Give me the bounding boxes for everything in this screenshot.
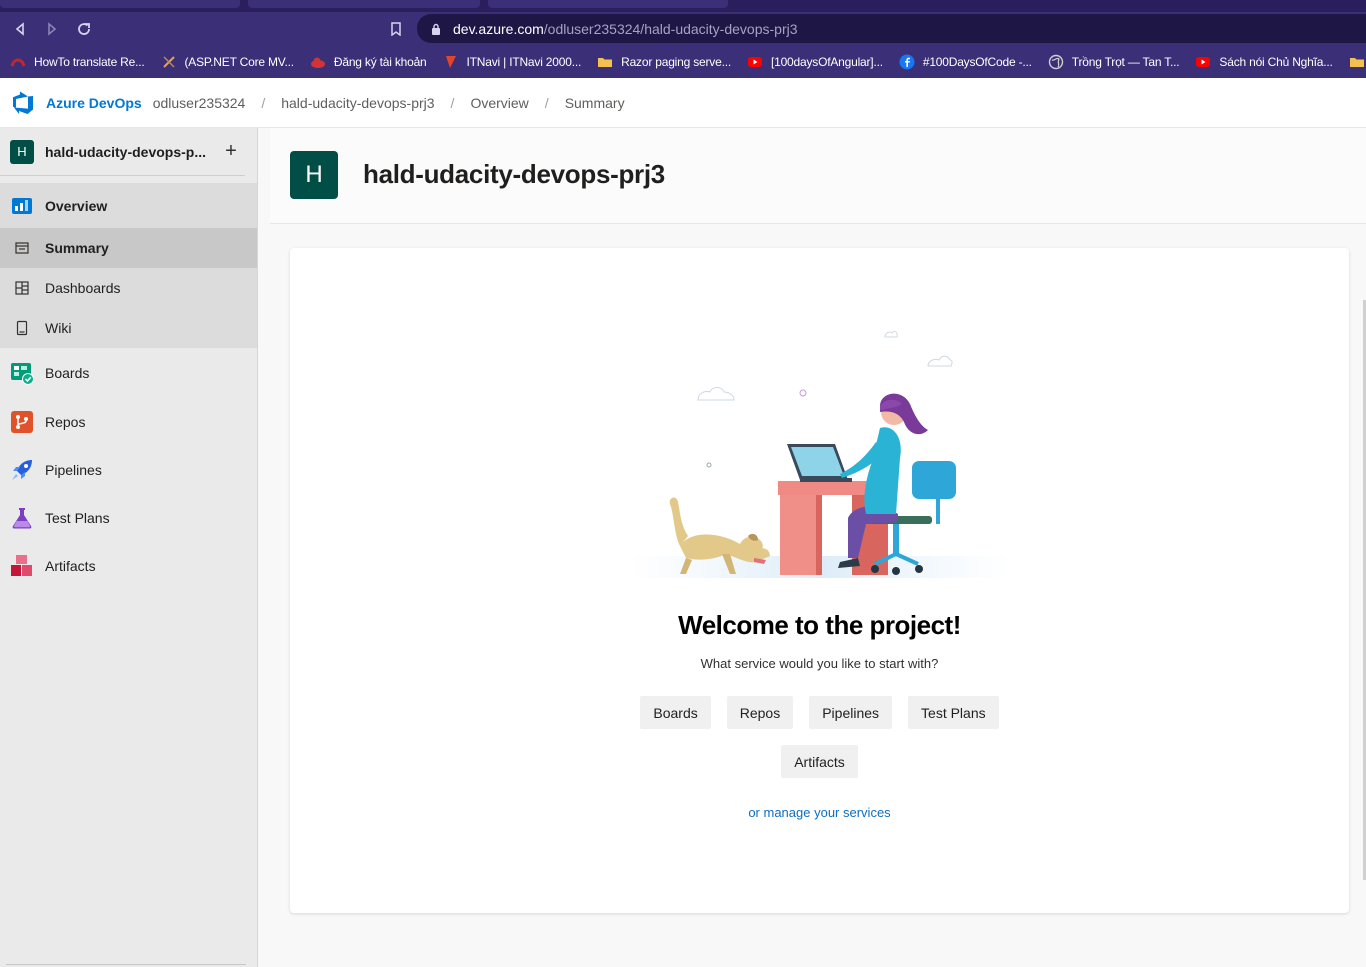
sidebar-item-wiki[interactable]: Wiki [0, 308, 257, 348]
sidebar-item-summary[interactable]: Summary [0, 228, 257, 268]
welcome-subtitle: What service would you like to start wit… [700, 656, 939, 671]
breadcrumb-overview[interactable]: Overview [470, 95, 528, 111]
boards-icon [10, 361, 34, 385]
breadcrumb-organization[interactable]: odluser235324 [153, 95, 246, 111]
test-plans-icon [10, 506, 34, 530]
welcome-title: Welcome to the project! [678, 610, 961, 640]
bookmark-item[interactable]: [100daysOfAngular]... [747, 54, 883, 70]
bookmark-item[interactable]: Trồng Trọt — Tan T... [1048, 54, 1180, 70]
forward-icon [48, 21, 57, 36]
back-icon [15, 21, 24, 36]
reload-icon [78, 22, 90, 35]
bookmark-item[interactable]: ITNavi | ITNavi 2000... [443, 54, 581, 70]
pipelines-icon [10, 458, 34, 482]
facebook-icon [899, 54, 915, 70]
breadcrumb-separator: / [544, 94, 549, 111]
bookmark-icon [391, 21, 401, 36]
divider [6, 964, 246, 965]
artifacts-icon [10, 554, 34, 578]
manage-services-link[interactable]: or manage your services [290, 805, 1349, 820]
folder-icon [597, 54, 613, 70]
globe-icon [1048, 54, 1064, 70]
add-new-button[interactable]: + [219, 140, 243, 164]
project-selector[interactable]: H hald-udacity-devops-p... + [0, 128, 245, 176]
welcome-card: Welcome to the project! What service wou… [290, 248, 1349, 913]
address-bar[interactable]: dev.azure.com/odluser235324/hald-udacity… [417, 14, 1366, 43]
breadcrumb-separator: / [450, 94, 455, 111]
sidebar-item-artifacts[interactable]: Artifacts [0, 542, 257, 590]
boards-service-button[interactable]: Boards [640, 696, 711, 729]
top-header: Azure DevOps odluser235324 / hald-udacit… [0, 78, 1366, 128]
browser-tab[interactable] [488, 0, 728, 8]
welcome-illustration-image [630, 330, 1010, 578]
youtube-icon [1195, 54, 1211, 70]
forward-button[interactable] [36, 13, 68, 45]
browser-tab[interactable] [0, 0, 240, 8]
summary-icon [10, 236, 34, 260]
bookmark-item[interactable]: Sách nói Chủ Nghĩa... [1195, 54, 1333, 70]
lock-icon [429, 22, 443, 36]
sidebar-item-boards[interactable]: Boards [0, 348, 257, 398]
tools-icon [161, 54, 177, 70]
breadcrumb-summary[interactable]: Summary [565, 95, 625, 111]
back-button[interactable] [4, 13, 36, 45]
bookmark-item[interactable]: Razor paging serve... [597, 54, 731, 70]
wiki-icon [10, 316, 34, 340]
service-buttons-row: Boards Repos Pipelines Test Plans [290, 696, 1349, 729]
project-avatar: H [10, 139, 34, 164]
sidebar-item-overview[interactable]: Overview [0, 183, 257, 228]
flag-red-icon [443, 54, 459, 70]
breadcrumb-project[interactable]: hald-udacity-devops-prj3 [281, 95, 434, 111]
test-plans-service-button[interactable]: Test Plans [908, 696, 999, 729]
dashboards-icon [10, 276, 34, 300]
browser-toolbar: dev.azure.com/odluser235324/hald-udacity… [0, 12, 1366, 45]
sidebar-item-test-plans[interactable]: Test Plans [0, 494, 257, 542]
repos-service-button[interactable]: Repos [726, 696, 794, 729]
overview-group: Overview Summary Dashboards Wiki [0, 183, 257, 348]
brand-name[interactable]: Azure DevOps [46, 95, 142, 111]
azure-devops-logo-icon[interactable] [11, 91, 35, 115]
page-title: hald-udacity-devops-prj3 [363, 159, 665, 189]
overview-icon [10, 194, 34, 218]
bookmark-item[interactable]: #100DaysOfCode -... [899, 54, 1032, 70]
repos-icon [10, 410, 34, 434]
bookmark-page-button[interactable] [386, 12, 406, 45]
bookmark-item[interactable]: (ASP.NET Core MV... [161, 54, 294, 70]
project-name[interactable]: hald-udacity-devops-p... [45, 144, 219, 160]
project-avatar-large: H [290, 151, 338, 199]
sidebar-item-pipelines[interactable]: Pipelines [0, 446, 257, 494]
service-buttons-row: Artifacts [290, 745, 1349, 778]
browser-tab-strip [0, 0, 1366, 12]
sidebar-item-repos[interactable]: Repos [0, 398, 257, 446]
bookmark-item[interactable]: HowTo translate Re... [10, 54, 145, 70]
url-path: /odluser235324/hald-udacity-devops-prj3 [543, 20, 798, 37]
bookmark-item[interactable] [1349, 54, 1366, 70]
bookmarks-bar: HowTo translate Re... (ASP.NET Core MV..… [0, 45, 1366, 78]
folder-icon [1349, 54, 1365, 70]
sidebar-item-dashboards[interactable]: Dashboards [0, 268, 257, 308]
pipelines-service-button[interactable]: Pipelines [809, 696, 893, 729]
youtube-icon [747, 54, 763, 70]
project-header: H hald-udacity-devops-prj3 [270, 128, 1366, 224]
reload-button[interactable] [68, 13, 100, 45]
url-host: dev.azure.com [453, 20, 544, 37]
project-sidebar: H hald-udacity-devops-p... + Overview Su… [0, 128, 258, 967]
artifacts-service-button[interactable]: Artifacts [781, 745, 858, 778]
red-swirl-icon [10, 54, 26, 70]
browser-tab[interactable] [248, 0, 480, 8]
breadcrumb-separator: / [261, 94, 266, 111]
cloud-red-icon [310, 54, 326, 70]
bookmark-item[interactable]: Đăng ký tài khoản [310, 54, 427, 70]
